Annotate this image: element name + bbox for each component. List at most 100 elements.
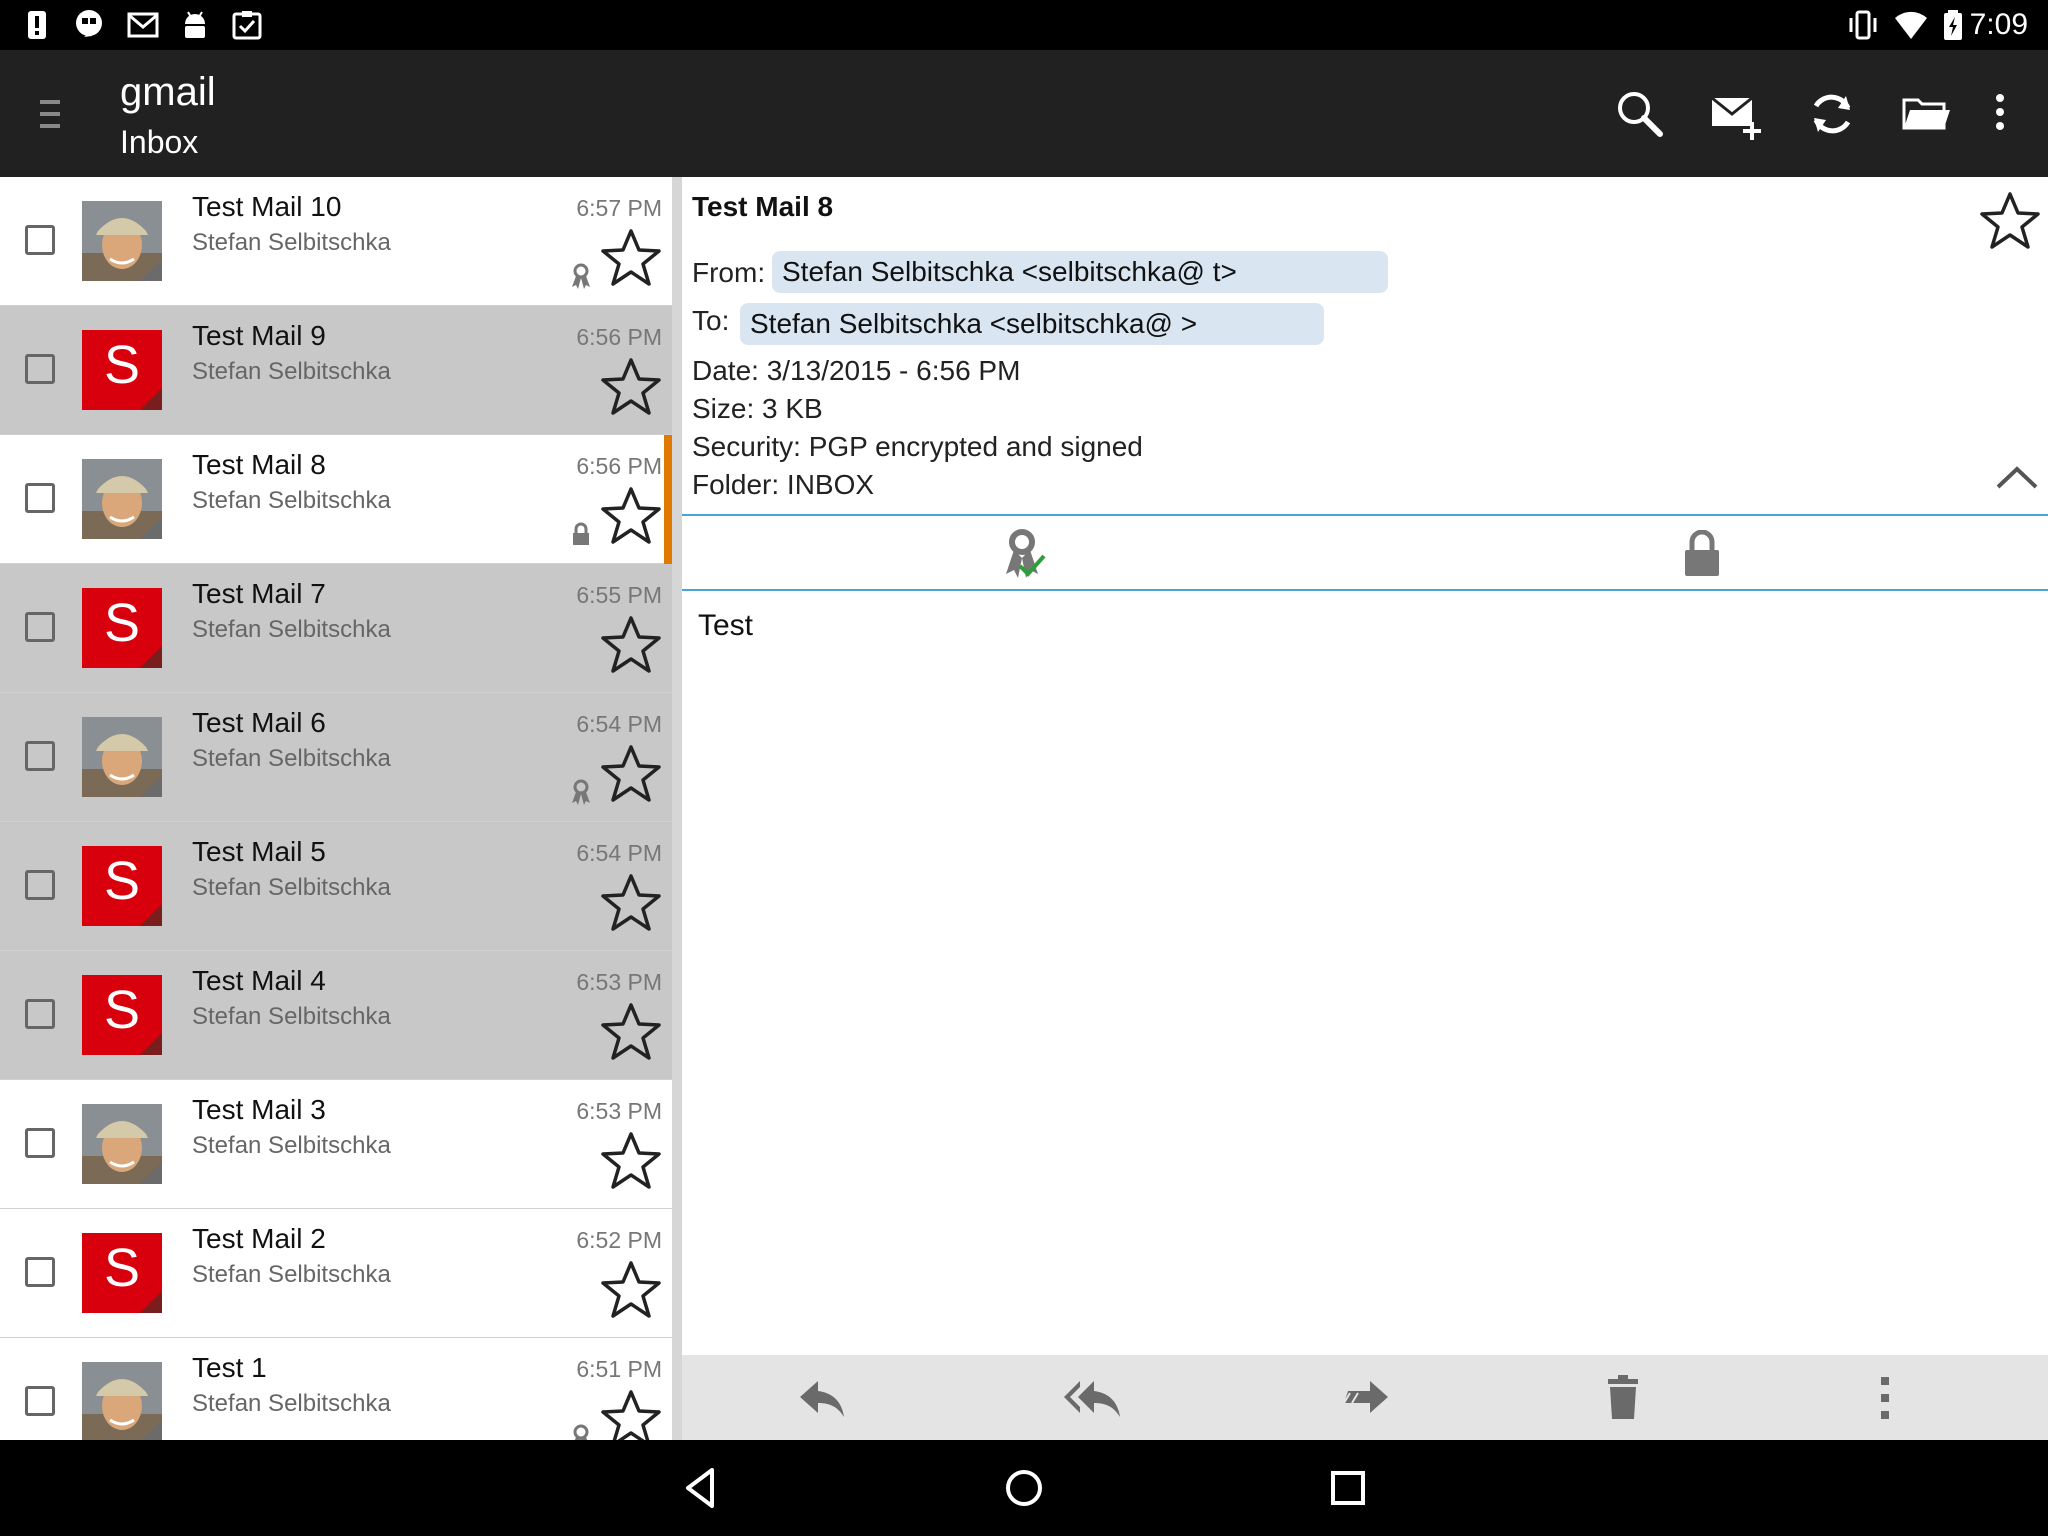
- message-sender: Stefan Selbitschka: [192, 1132, 391, 1159]
- contact-avatar-photo[interactable]: [82, 717, 162, 797]
- message-row[interactable]: Test Mail 10 Stefan Selbitschka 6:57 PM: [0, 177, 672, 306]
- search-icon[interactable]: [1612, 86, 1668, 142]
- contact-avatar-letter[interactable]: S: [82, 846, 162, 926]
- contact-avatar-photo[interactable]: [82, 1104, 162, 1184]
- recents-icon[interactable]: [1322, 1462, 1374, 1514]
- star-icon[interactable]: [600, 1388, 662, 1440]
- select-checkbox[interactable]: [25, 1257, 55, 1287]
- message-time: 6:55 PM: [576, 582, 662, 608]
- message-row[interactable]: Test Mail 8 Stefan Selbitschka 6:56 PM: [0, 435, 672, 564]
- message-list[interactable]: Test Mail 10 Stefan Selbitschka 6:57 PM S Te…: [0, 177, 672, 1440]
- from-label: From:: [692, 257, 766, 288]
- overflow-icon[interactable]: [1976, 86, 2032, 142]
- to-label: To:: [692, 305, 730, 336]
- message-time: 6:54 PM: [576, 711, 662, 737]
- reply-icon[interactable]: [794, 1369, 852, 1427]
- contact-avatar-letter[interactable]: S: [82, 975, 162, 1055]
- status-time: 7:09: [1969, 8, 2028, 41]
- message-row[interactable]: S Test Mail 2 Stefan Selbitschka 6:52 PM: [0, 1209, 672, 1338]
- avatar-corner: [140, 1162, 162, 1184]
- avatar-corner: [140, 388, 162, 410]
- contact-avatar-photo[interactable]: [82, 1362, 162, 1440]
- star-icon[interactable]: [600, 227, 662, 289]
- message-sender: Stefan Selbitschka: [192, 1003, 391, 1030]
- message-time: 6:57 PM: [576, 195, 662, 221]
- message-row[interactable]: S Test Mail 9 Stefan Selbitschka 6:56 PM: [0, 306, 672, 435]
- avatar-corner: [140, 517, 162, 539]
- message-subject: Test Mail 2: [192, 1223, 326, 1254]
- star-icon[interactable]: [600, 356, 662, 418]
- select-checkbox[interactable]: [25, 1128, 55, 1158]
- account-name: gmail: [120, 70, 216, 114]
- forward-icon[interactable]: [1336, 1369, 1394, 1427]
- message-row[interactable]: Test 1 Stefan Selbitschka 6:51 PM: [0, 1338, 672, 1440]
- pane-divider[interactable]: [672, 177, 682, 1440]
- date-field: Date: 3/13/2015 - 6:56 PM: [692, 355, 1021, 386]
- lock-icon: [573, 522, 589, 545]
- select-checkbox[interactable]: [25, 483, 55, 513]
- avatar-letter: S: [103, 980, 141, 1040]
- avatar-letter: S: [103, 593, 141, 653]
- select-checkbox[interactable]: [25, 741, 55, 771]
- select-checkbox[interactable]: [25, 354, 55, 384]
- message-row[interactable]: Test Mail 3 Stefan Selbitschka 6:53 PM: [0, 1080, 672, 1209]
- folder-icon[interactable]: [1898, 86, 1954, 142]
- message-time: 6:53 PM: [576, 1098, 662, 1124]
- active-indicator: [664, 435, 672, 564]
- navigation-bar: [0, 1440, 2048, 1536]
- message-sender: Stefan Selbitschka: [192, 229, 391, 256]
- back-icon[interactable]: [676, 1462, 728, 1514]
- message-row[interactable]: Test Mail 6 Stefan Selbitschka 6:54 PM: [0, 693, 672, 822]
- contact-avatar-letter[interactable]: S: [82, 588, 162, 668]
- folder-field: Folder: INBOX: [692, 469, 875, 500]
- message-subject: Test 1: [192, 1352, 267, 1383]
- signature-verified-icon[interactable]: [1000, 528, 1048, 580]
- battery-icon: [1944, 10, 1962, 40]
- delete-icon[interactable]: [1594, 1369, 1652, 1427]
- contact-avatar-photo[interactable]: [82, 459, 162, 539]
- select-checkbox[interactable]: [25, 225, 55, 255]
- message-subject: Test Mail 4: [192, 965, 326, 996]
- chevron-up-icon[interactable]: [1992, 457, 2042, 493]
- compose-icon[interactable]: [1708, 86, 1764, 142]
- select-checkbox[interactable]: [25, 612, 55, 642]
- contact-avatar-photo[interactable]: [82, 201, 162, 281]
- message-subject: Test Mail 8: [192, 449, 326, 480]
- certificate-icon: [573, 1424, 589, 1440]
- message-subject: Test Mail 7: [192, 578, 326, 609]
- message-time: 6:53 PM: [576, 969, 662, 995]
- star-icon[interactable]: [600, 485, 662, 547]
- avatar-corner: [140, 259, 162, 281]
- select-checkbox[interactable]: [25, 870, 55, 900]
- message-body: Test: [698, 609, 754, 642]
- message-row[interactable]: S Test Mail 5 Stefan Selbitschka 6:54 PM: [0, 822, 672, 951]
- select-checkbox[interactable]: [25, 1386, 55, 1416]
- star-icon[interactable]: [600, 1130, 662, 1192]
- contact-avatar-letter[interactable]: S: [82, 1233, 162, 1313]
- drawer-menu-icon[interactable]: [38, 96, 62, 132]
- select-checkbox[interactable]: [25, 999, 55, 1029]
- from-chip[interactable]: Stefan Selbitschka <selbitschka@ t>: [772, 251, 1388, 293]
- star-icon[interactable]: [600, 1001, 662, 1063]
- message-time: 6:52 PM: [576, 1227, 662, 1253]
- message-subject: Test Mail 8: [692, 191, 834, 222]
- star-icon[interactable]: [600, 614, 662, 676]
- star-icon[interactable]: [1978, 189, 2042, 253]
- reply-all-icon[interactable]: [1064, 1369, 1122, 1427]
- contact-avatar-letter[interactable]: S: [82, 330, 162, 410]
- gmail-icon: [127, 12, 159, 38]
- refresh-icon[interactable]: [1804, 86, 1860, 142]
- to-chip[interactable]: Stefan Selbitschka <selbitschka@ >: [740, 303, 1324, 345]
- star-icon[interactable]: [600, 743, 662, 805]
- message-sender: Stefan Selbitschka: [192, 745, 391, 772]
- encrypted-lock-icon[interactable]: [1682, 530, 1722, 578]
- message-subject: Test Mail 9: [192, 320, 326, 351]
- message-view: Test Mail 8 From: Stefan Selbitschka <se…: [682, 177, 2048, 1440]
- message-row[interactable]: S Test Mail 7 Stefan Selbitschka 6:55 PM: [0, 564, 672, 693]
- star-icon[interactable]: [600, 872, 662, 934]
- message-row[interactable]: S Test Mail 4 Stefan Selbitschka 6:53 PM: [0, 951, 672, 1080]
- home-icon[interactable]: [998, 1462, 1050, 1514]
- more-icon[interactable]: [1856, 1369, 1914, 1427]
- star-icon[interactable]: [600, 1259, 662, 1321]
- avatar-corner: [140, 904, 162, 926]
